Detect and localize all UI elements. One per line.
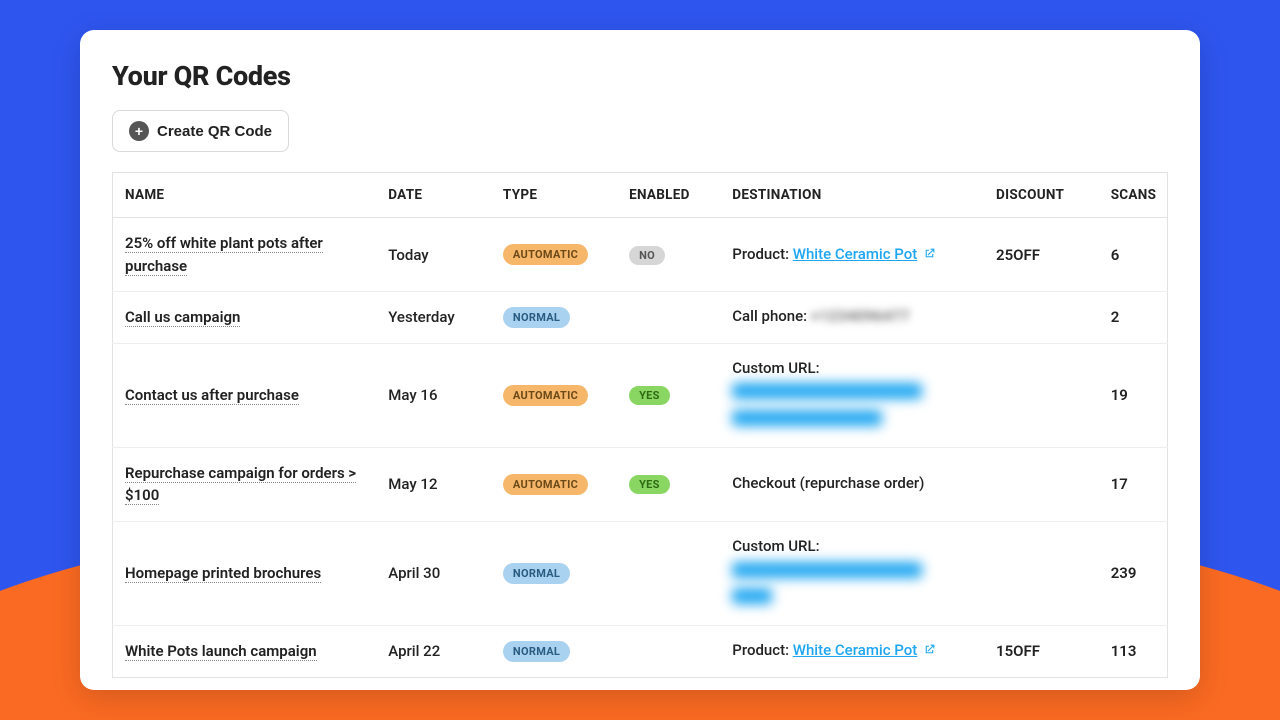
date-cell: Today	[376, 218, 491, 292]
destination-prefix: Product:	[732, 641, 793, 659]
qr-name-link[interactable]: 25% off white plant pots after purchase	[125, 234, 323, 276]
destination-phone-obscured: +1234096477	[811, 306, 910, 328]
enabled-badge: YES	[629, 386, 670, 405]
scans-cell: 113	[1099, 626, 1168, 678]
external-link-icon	[923, 245, 936, 258]
qr-name-link[interactable]: Homepage printed brochures	[125, 564, 321, 583]
destination-url-obscured	[732, 588, 772, 604]
col-header-type: TYPE	[491, 173, 617, 218]
table-header-row: NAME DATE TYPE ENABLED DESTINATION DISCO…	[113, 173, 1168, 218]
destination-prefix: Custom URL:	[732, 536, 972, 558]
create-button-label: Create QR Code	[157, 123, 272, 140]
type-badge: NORMAL	[503, 641, 570, 662]
col-header-scans: SCANS	[1099, 173, 1168, 218]
table-row: Call us campaign Yesterday NORMAL Call phon…	[113, 292, 1168, 344]
col-header-enabled: ENABLED	[617, 173, 720, 218]
type-badge: AUTOMATIC	[503, 474, 588, 495]
col-header-date: DATE	[376, 173, 491, 218]
qr-codes-card: Your QR Codes + Create QR Code NAME DATE…	[80, 30, 1200, 690]
col-header-destination: DESTINATION	[720, 173, 984, 218]
destination-product-link[interactable]: White Ceramic Pot	[793, 245, 918, 263]
destination-cell: Custom URL:	[720, 521, 984, 625]
external-link-icon	[923, 641, 936, 654]
type-badge: AUTOMATIC	[503, 244, 588, 265]
destination-cell: Checkout (repurchase order)	[720, 447, 984, 521]
date-cell: April 30	[376, 521, 491, 625]
destination-prefix: Product:	[732, 245, 793, 263]
qr-codes-table: NAME DATE TYPE ENABLED DESTINATION DISCO…	[112, 172, 1168, 678]
table-row: Homepage printed brochures April 30 NORMAL…	[113, 521, 1168, 625]
destination-url-obscured	[732, 410, 882, 426]
date-cell: May 12	[376, 447, 491, 521]
scans-cell: 17	[1099, 447, 1168, 521]
destination-cell: Custom URL:	[720, 343, 984, 447]
destination-cell: Call phone: +1234096477	[720, 292, 984, 344]
enabled-badge: YES	[629, 475, 670, 494]
qr-name-link[interactable]: Repurchase campaign for orders > $100	[125, 464, 356, 506]
destination-prefix: Custom URL:	[732, 358, 972, 380]
destination-cell: Product: White Ceramic Pot	[720, 218, 984, 292]
scans-cell: 6	[1099, 218, 1168, 292]
destination-prefix: Call phone:	[732, 307, 811, 325]
date-cell: May 16	[376, 343, 491, 447]
col-header-name: NAME	[113, 173, 377, 218]
discount-cell: 15OFF	[984, 626, 1099, 678]
qr-name-link[interactable]: White Pots launch campaign	[125, 642, 317, 661]
discount-cell	[984, 521, 1099, 625]
col-header-discount: DISCOUNT	[984, 173, 1099, 218]
table-row: Repurchase campaign for orders > $100 May…	[113, 447, 1168, 521]
type-badge: AUTOMATIC	[503, 385, 588, 406]
date-cell: April 22	[376, 626, 491, 678]
plus-circle-icon: +	[129, 121, 149, 141]
destination-text: Checkout (repurchase order)	[732, 474, 924, 492]
qr-name-link[interactable]: Contact us after purchase	[125, 386, 299, 405]
create-qr-code-button[interactable]: + Create QR Code	[112, 110, 289, 152]
qr-name-link[interactable]: Call us campaign	[125, 308, 240, 327]
discount-cell: 25OFF	[984, 218, 1099, 292]
discount-cell	[984, 292, 1099, 344]
scans-cell: 239	[1099, 521, 1168, 625]
table-row: 25% off white plant pots after purchase T…	[113, 218, 1168, 292]
table-row: Contact us after purchase May 16 AUTOMATIC…	[113, 343, 1168, 447]
scans-cell: 19	[1099, 343, 1168, 447]
page-title: Your QR Codes	[112, 60, 1168, 92]
discount-cell	[984, 447, 1099, 521]
destination-url-obscured	[732, 562, 922, 578]
destination-product-link[interactable]: White Ceramic Pot	[793, 641, 918, 659]
enabled-badge: NO	[629, 246, 665, 265]
date-cell: Yesterday	[376, 292, 491, 344]
scans-cell: 2	[1099, 292, 1168, 344]
table-row: White Pots launch campaign April 22 NORMAL…	[113, 626, 1168, 678]
type-badge: NORMAL	[503, 307, 570, 328]
destination-url-obscured	[732, 383, 922, 399]
destination-cell: Product: White Ceramic Pot	[720, 626, 984, 678]
discount-cell	[984, 343, 1099, 447]
type-badge: NORMAL	[503, 563, 570, 584]
